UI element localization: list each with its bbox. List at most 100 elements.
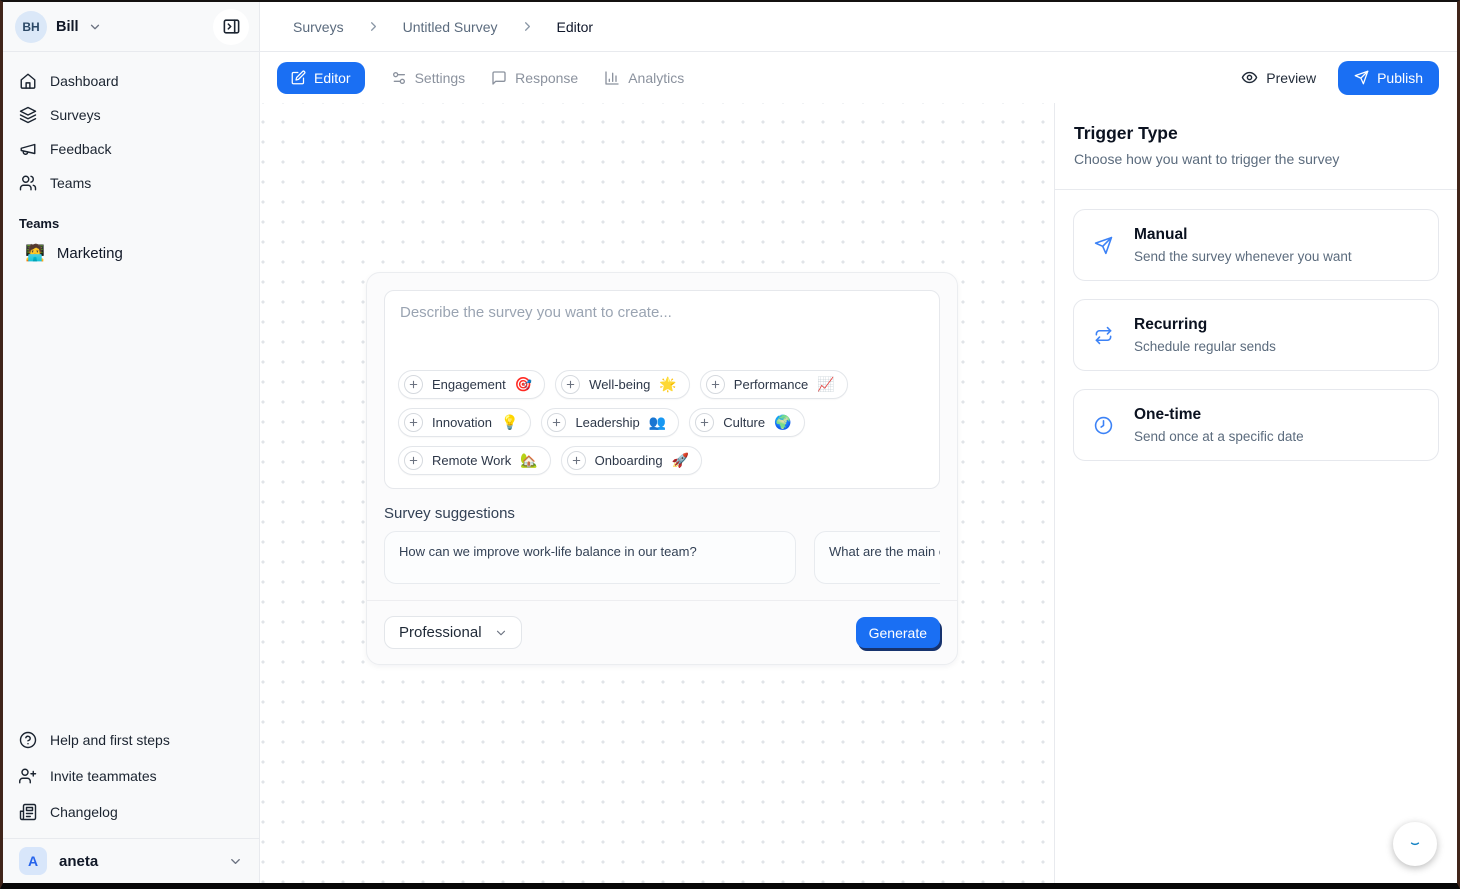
sidebar-footer: Help and first steps Invite teammates Ch…	[3, 712, 259, 883]
trigger-option-manual[interactable]: Manual Send the survey whenever you want	[1073, 209, 1439, 281]
sidebar-item-label: Teams	[50, 175, 91, 191]
breadcrumb-surveys[interactable]: Surveys	[293, 19, 344, 35]
editor-canvas[interactable]: Engagement 🎯 Well-being 🌟 Performance	[260, 103, 1054, 883]
plus-icon	[547, 413, 566, 432]
sidebar-item-invite[interactable]: Invite teammates	[19, 758, 243, 794]
sidebar-item-label: Changelog	[50, 804, 118, 820]
chip-leadership[interactable]: Leadership 👥	[541, 408, 679, 437]
suggestion-card[interactable]: What are the main ob	[814, 531, 940, 584]
breadcrumb-editor: Editor	[557, 19, 594, 35]
sidebar-item-dashboard[interactable]: Dashboard	[19, 64, 243, 98]
chevron-right-icon	[520, 19, 535, 34]
bar-chart-icon	[604, 70, 620, 86]
workspace-switcher[interactable]: BH Bill	[3, 2, 259, 52]
chart-emoji-icon: 📈	[817, 376, 834, 393]
main-area: Surveys Untitled Survey Editor Editor	[260, 2, 1457, 883]
newspaper-icon	[19, 803, 37, 821]
suggestion-card[interactable]: How can we improve work-life balance in …	[384, 531, 796, 584]
trigger-option-title: One-time	[1134, 406, 1304, 424]
eye-icon	[1241, 69, 1258, 86]
chip-well-being[interactable]: Well-being 🌟	[555, 370, 690, 399]
tab-label: Settings	[415, 70, 466, 86]
sidebar-nav: Dashboard Surveys Feedback Teams	[3, 52, 259, 270]
sidebar-collapse-button[interactable]	[213, 9, 249, 45]
tone-value: Professional	[399, 624, 482, 641]
plus-icon	[404, 413, 423, 432]
sidebar-item-help[interactable]: Help and first steps	[19, 722, 243, 758]
plus-icon	[561, 375, 580, 394]
prompt-box: Engagement 🎯 Well-being 🌟 Performance	[384, 290, 940, 489]
tab-settings[interactable]: Settings	[391, 70, 466, 86]
trigger-option-description: Schedule regular sends	[1134, 339, 1276, 354]
tab-analytics[interactable]: Analytics	[604, 70, 684, 86]
trigger-option-description: Send the survey whenever you want	[1134, 249, 1352, 264]
help-circle-icon	[19, 731, 37, 749]
editor-toolbar: Editor Settings Response Analytics	[260, 52, 1457, 103]
workspace-name: Bill	[56, 19, 79, 35]
chevron-down-icon	[228, 854, 243, 869]
chip-label: Engagement	[432, 377, 506, 392]
layers-icon	[19, 106, 37, 124]
chip-culture[interactable]: Culture 🌍	[689, 408, 804, 437]
publish-button[interactable]: Publish	[1338, 61, 1439, 95]
preview-button[interactable]: Preview	[1241, 69, 1316, 86]
globe-emoji-icon: 🌍	[774, 414, 791, 431]
trigger-option-title: Manual	[1134, 226, 1352, 244]
user-avatar: A	[19, 847, 47, 875]
sidebar-item-feedback[interactable]: Feedback	[19, 132, 243, 166]
clock-icon	[1094, 416, 1113, 435]
survey-description-input[interactable]	[385, 291, 939, 370]
user-plus-icon	[19, 767, 37, 785]
trigger-option-one-time[interactable]: One-time Send once at a specific date	[1073, 389, 1439, 461]
suggestions-row: How can we improve work-life balance in …	[384, 531, 940, 584]
sidebar-item-changelog[interactable]: Changelog	[19, 794, 243, 830]
chevron-down-icon	[88, 20, 102, 34]
chip-performance[interactable]: Performance 📈	[700, 370, 848, 399]
chip-onboarding[interactable]: Onboarding 🚀	[561, 446, 702, 475]
breadcrumb-untitled-survey[interactable]: Untitled Survey	[403, 19, 498, 35]
chip-label: Onboarding	[595, 453, 663, 468]
trigger-type-panel: Trigger Type Choose how you want to trig…	[1054, 103, 1457, 883]
tab-response[interactable]: Response	[491, 70, 578, 86]
trigger-option-recurring[interactable]: Recurring Schedule regular sends	[1073, 299, 1439, 371]
chip-innovation[interactable]: Innovation 💡	[398, 408, 531, 437]
user-name: aneta	[59, 853, 98, 870]
plus-icon	[567, 451, 586, 470]
rocket-emoji-icon: 🚀	[672, 452, 689, 469]
sidebar-item-label: Dashboard	[50, 73, 119, 89]
panel-subtitle: Choose how you want to trigger the surve…	[1074, 151, 1437, 167]
sidebar-item-surveys[interactable]: Surveys	[19, 98, 243, 132]
sidebar-item-label: Help and first steps	[50, 732, 170, 748]
house-emoji-icon: 🏡	[520, 452, 537, 469]
generate-button[interactable]: Generate	[856, 617, 940, 648]
plus-icon	[695, 413, 714, 432]
tone-select[interactable]: Professional	[384, 616, 522, 649]
chevron-down-icon	[494, 626, 508, 640]
trigger-options: Manual Send the survey whenever you want…	[1055, 190, 1457, 480]
survey-composer-card: Engagement 🎯 Well-being 🌟 Performance	[366, 272, 958, 665]
plus-icon	[404, 375, 423, 394]
sidebar-item-teams[interactable]: Teams	[19, 166, 243, 200]
technologist-emoji-icon: 🧑‍💻	[25, 243, 45, 263]
chat-launcher-button[interactable]	[1393, 822, 1437, 866]
plus-icon	[706, 375, 725, 394]
chip-label: Culture	[723, 415, 765, 430]
preview-label: Preview	[1266, 70, 1316, 86]
tab-label: Analytics	[628, 70, 684, 86]
target-emoji-icon: 🎯	[515, 376, 532, 393]
chat-bubble-icon	[491, 70, 507, 86]
sidebar-section-teams: Teams	[19, 210, 243, 236]
sidebar-team-marketing[interactable]: 🧑‍💻 Marketing	[19, 236, 243, 270]
star-emoji-icon: 🌟	[659, 376, 676, 393]
workspace-avatar: BH	[15, 11, 47, 43]
composer-footer: Professional Generate	[367, 600, 957, 664]
tab-editor[interactable]: Editor	[277, 62, 365, 94]
user-menu[interactable]: A aneta	[3, 838, 259, 883]
tab-label: Response	[515, 70, 578, 86]
panel-title: Trigger Type	[1074, 123, 1437, 144]
chip-engagement[interactable]: Engagement 🎯	[398, 370, 545, 399]
chip-remote-work[interactable]: Remote Work 🏡	[398, 446, 551, 475]
panel-header: Trigger Type Choose how you want to trig…	[1055, 103, 1457, 190]
chip-label: Performance	[734, 377, 808, 392]
chip-label: Remote Work	[432, 453, 511, 468]
